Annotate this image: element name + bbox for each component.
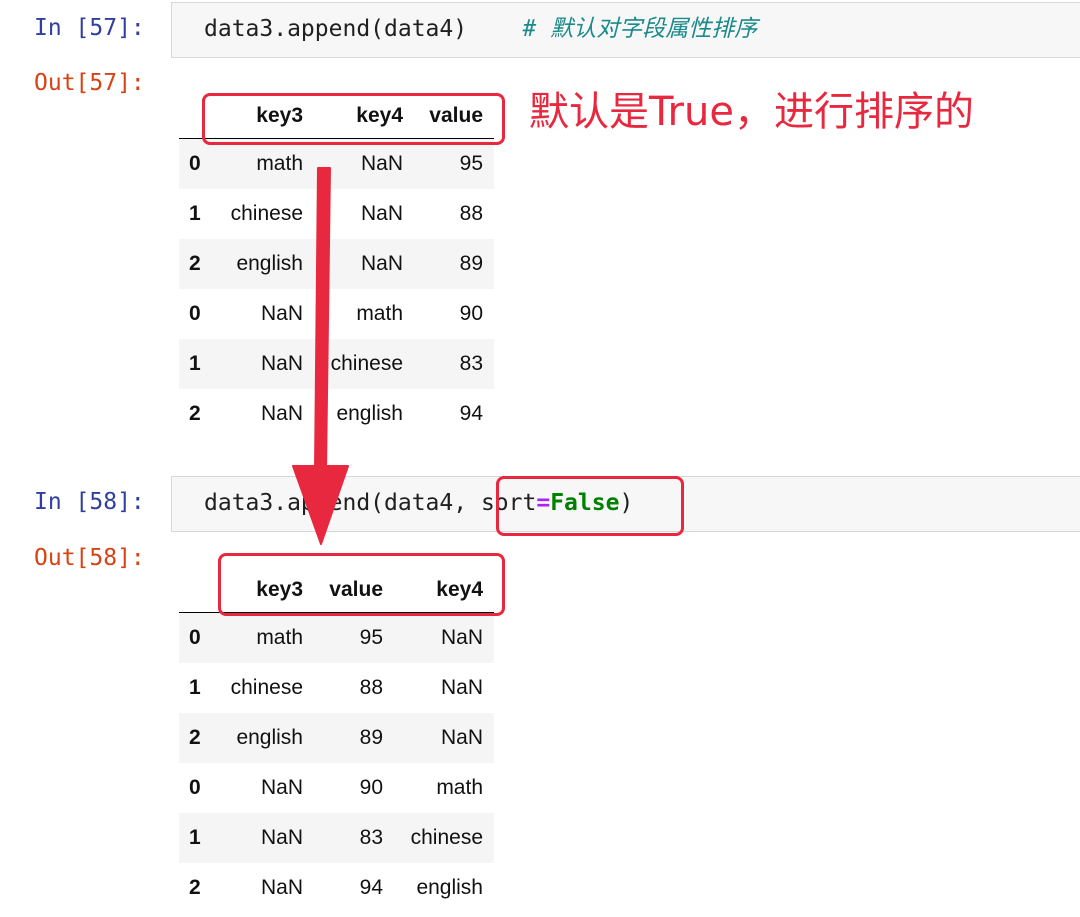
- red-arrow-head: [292, 465, 349, 545]
- red-arrow: [292, 167, 349, 545]
- red-arrow-shaft: [314, 167, 331, 471]
